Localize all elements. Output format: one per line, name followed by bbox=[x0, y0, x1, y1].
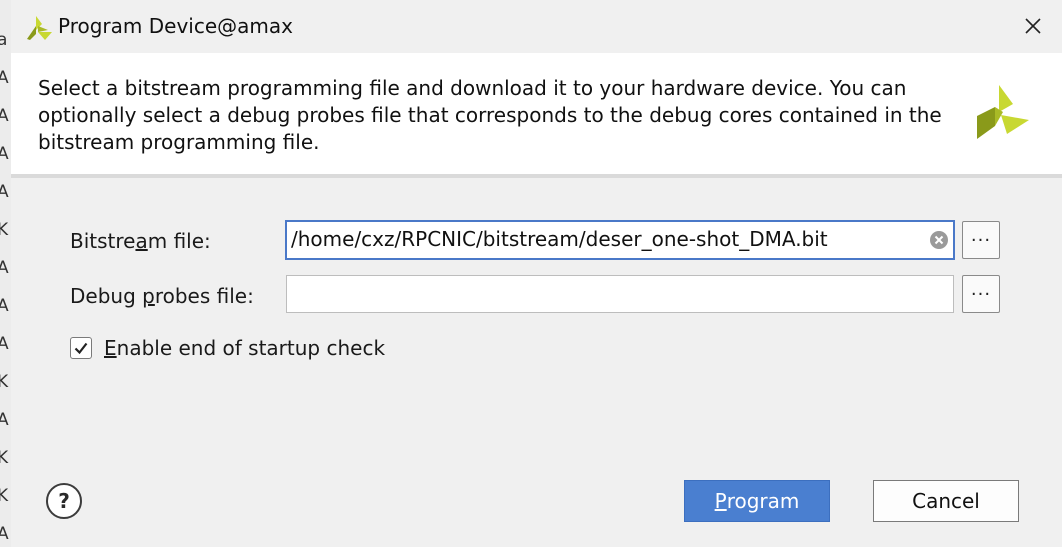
background-text: A bbox=[0, 296, 9, 316]
background-text: A bbox=[0, 182, 9, 202]
background-text: a bbox=[0, 30, 7, 50]
bitstream-browse-button[interactable]: ··· bbox=[962, 221, 1000, 259]
background-text: A bbox=[0, 144, 9, 164]
background-text: K bbox=[0, 486, 8, 506]
debug-probes-file-label: Debug probes file: bbox=[70, 284, 254, 308]
bitstream-file-input[interactable]: /home/cxz/RPCNIC/bitstream/deser_one-sho… bbox=[285, 220, 955, 260]
close-button[interactable] bbox=[1017, 10, 1049, 42]
background-text: K bbox=[0, 372, 8, 392]
startup-check-label[interactable]: Enable end of startup check bbox=[104, 336, 385, 360]
program-device-dialog: Program Device@amax Select a bitstream p… bbox=[11, 0, 1062, 547]
background-text: A bbox=[0, 106, 9, 126]
debug-probes-file-input[interactable] bbox=[286, 275, 954, 313]
cancel-button[interactable]: Cancel bbox=[873, 480, 1019, 522]
background-text: A bbox=[0, 68, 9, 88]
help-button[interactable]: ? bbox=[46, 483, 82, 519]
background-text: K bbox=[0, 220, 8, 240]
check-icon bbox=[74, 342, 88, 355]
clear-icon[interactable] bbox=[929, 230, 949, 250]
bitstream-file-label: Bitstream file: bbox=[70, 229, 211, 253]
xilinx-logo-icon bbox=[977, 85, 1029, 139]
program-button[interactable]: Program bbox=[684, 480, 830, 522]
close-icon bbox=[1025, 18, 1041, 34]
background-text: A bbox=[0, 410, 9, 430]
xilinx-logo-icon bbox=[27, 16, 52, 40]
dialog-title: Program Device@amax bbox=[58, 14, 293, 38]
background-text: A bbox=[0, 334, 9, 354]
header-separator bbox=[11, 174, 1062, 178]
background-text: K bbox=[0, 448, 8, 468]
ellipsis-icon: ··· bbox=[970, 229, 992, 251]
help-icon: ? bbox=[58, 489, 70, 513]
dialog-description: Select a bitstream programming file and … bbox=[38, 76, 942, 154]
startup-check-checkbox[interactable] bbox=[70, 337, 92, 359]
bitstream-file-value: /home/cxz/RPCNIC/bitstream/deser_one-sho… bbox=[291, 227, 828, 251]
title-bar: Program Device@amax bbox=[11, 0, 1062, 53]
dialog-header: Select a bitstream programming file and … bbox=[11, 53, 1062, 174]
background-text: A bbox=[0, 524, 9, 544]
ellipsis-icon: ··· bbox=[970, 283, 992, 305]
background-text: A bbox=[0, 258, 9, 278]
debug-probes-browse-button[interactable]: ··· bbox=[962, 275, 1000, 313]
